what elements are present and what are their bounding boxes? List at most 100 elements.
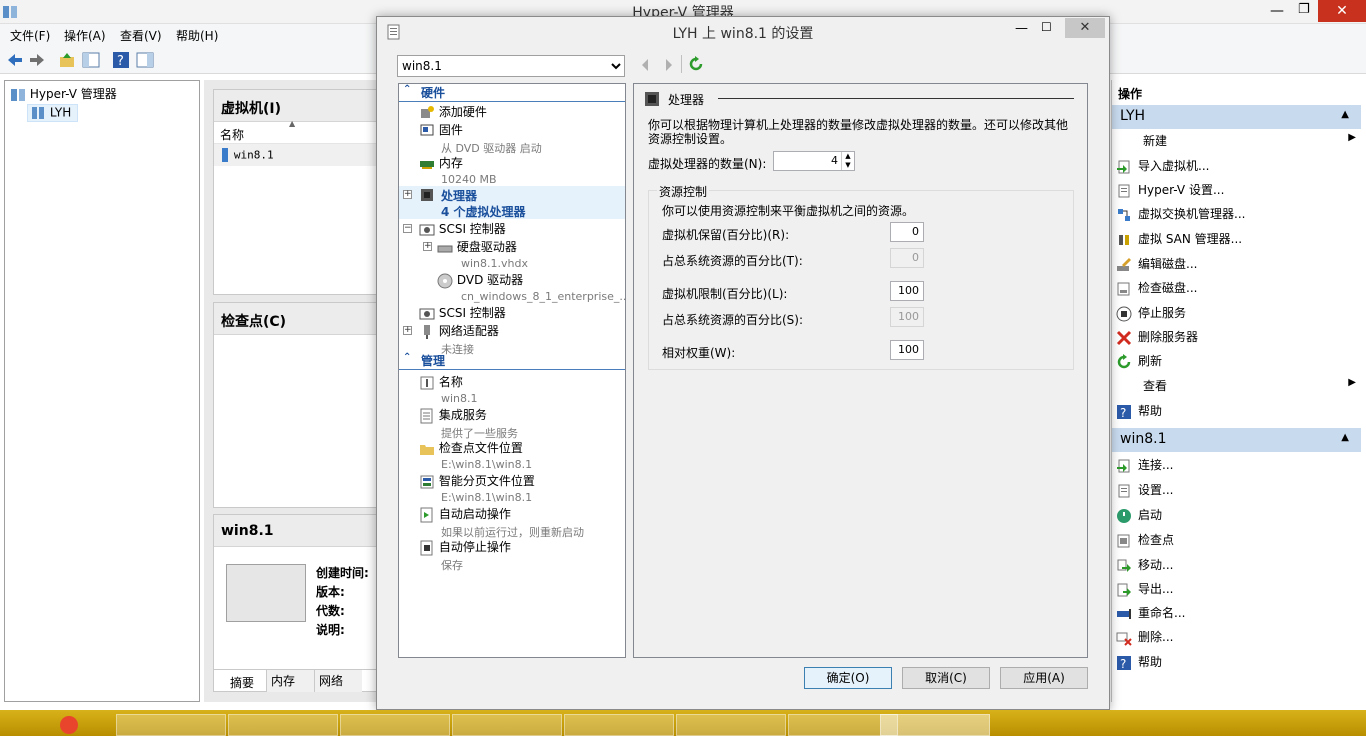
taskbar-button-active[interactable]: [880, 714, 990, 736]
action-settings[interactable]: 设置...: [1116, 481, 1356, 503]
hw-scsi-controller-2[interactable]: SCSI 控制器: [419, 304, 506, 322]
expand-icon[interactable]: +: [403, 190, 412, 199]
action-group-vm-header[interactable]: win8.1 ▲: [1112, 428, 1361, 452]
edit-disk-icon: [1116, 257, 1132, 273]
mgmt-smart-paging-location[interactable]: 智能分页文件位置 E:\win8.1\win8.1: [419, 472, 535, 504]
action-view[interactable]: 查看 ▶: [1116, 377, 1356, 399]
collapse-icon[interactable]: −: [403, 224, 412, 233]
minimize-icon[interactable]: —: [1270, 3, 1284, 19]
action-help[interactable]: ? 帮助: [1116, 402, 1356, 424]
hw-firmware[interactable]: 固件 从 DVD 驱动器 启动: [419, 121, 542, 156]
ok-button[interactable]: 确定(O): [804, 667, 892, 689]
mgmt-checkpoint-label: 检查点文件位置: [438, 441, 523, 455]
hw-hard-drive[interactable]: + 硬盘驱动器 win8.1.vhdx: [399, 238, 528, 270]
refresh-icon[interactable]: [688, 56, 704, 75]
checkpoints-section: 检查点(C): [213, 302, 383, 508]
action-new[interactable]: 新建 ▶: [1116, 132, 1356, 154]
collapse-icon[interactable]: ▲: [1341, 109, 1349, 120]
action-connect[interactable]: 连接...: [1116, 456, 1356, 478]
help-icon[interactable]: ?: [112, 51, 130, 69]
tree-root[interactable]: Hyper-V 管理器: [10, 85, 117, 103]
taskbar-button[interactable]: [564, 714, 674, 736]
taskbar-button[interactable]: [228, 714, 338, 736]
action-move[interactable]: 移动...: [1116, 556, 1356, 578]
menu-file[interactable]: 文件(F): [10, 27, 50, 44]
mgmt-checkpoint-sub: E:\win8.1\win8.1: [441, 457, 533, 471]
up-folder-icon[interactable]: [58, 51, 76, 69]
vm-select[interactable]: win8.1: [397, 55, 625, 77]
mgmt-checkpoint-location[interactable]: 检查点文件位置 E:\win8.1\win8.1: [419, 439, 532, 471]
vm-list-col-name[interactable]: 名称 ▲: [214, 119, 382, 144]
action-virtual-san-manager[interactable]: 虚拟 SAN 管理器...: [1116, 230, 1356, 252]
tab-summary[interactable]: 摘要: [218, 674, 266, 691]
mgmt-integration-services[interactable]: 集成服务 提供了一些服务: [419, 406, 518, 441]
dialog-minimize-icon[interactable]: —: [1015, 21, 1028, 36]
action-checkpoint[interactable]: 检查点: [1116, 531, 1356, 553]
tree-node-lyh[interactable]: LYH: [27, 104, 79, 122]
show-hide-tree-icon[interactable]: [82, 51, 100, 69]
weight-input[interactable]: 100: [890, 340, 924, 360]
mgmt-name[interactable]: 名称 win8.1: [419, 373, 478, 405]
action-remove-server[interactable]: 删除服务器: [1116, 328, 1356, 350]
taskbar-app-icon[interactable]: [60, 716, 78, 734]
dvd-icon: [437, 273, 453, 289]
tree-root-label: Hyper-V 管理器: [29, 87, 117, 101]
back-icon[interactable]: [6, 51, 24, 69]
tab-network[interactable]: 网络: [314, 670, 362, 692]
restore-icon[interactable]: ❐: [1298, 2, 1310, 17]
limit-input[interactable]: 100: [890, 281, 924, 301]
nav-back-icon[interactable]: [639, 57, 651, 76]
action-stop-service[interactable]: 停止服务: [1116, 304, 1356, 326]
spinner-down-icon[interactable]: ▼: [841, 161, 854, 170]
mgmt-auto-start[interactable]: 自动启动操作 如果以前运行过，则重新启动: [419, 505, 584, 540]
management-section-header[interactable]: ⌃ 管理: [399, 352, 625, 370]
action-refresh[interactable]: 刷新: [1116, 352, 1356, 374]
taskbar-button[interactable]: [676, 714, 786, 736]
action-help-vm[interactable]: ? 帮助: [1116, 653, 1356, 675]
action-delete[interactable]: 删除...: [1116, 628, 1356, 650]
action-inspect-disk[interactable]: 检查磁盘...: [1116, 279, 1356, 301]
tab-memory[interactable]: 内存: [266, 670, 314, 692]
action-start[interactable]: 启动: [1116, 506, 1356, 528]
taskbar-button[interactable]: [340, 714, 450, 736]
taskbar-button[interactable]: [452, 714, 562, 736]
action-rename[interactable]: 重命名...: [1116, 604, 1356, 626]
action-group-lyh-header[interactable]: LYH ▲: [1112, 105, 1361, 129]
dialog-close-icon[interactable]: ✕: [1065, 18, 1105, 38]
menu-help[interactable]: 帮助(H): [176, 27, 218, 44]
collapse-section-icon[interactable]: ⌃: [403, 352, 411, 363]
action-virtual-switch-manager[interactable]: 虚拟交换机管理器...: [1116, 205, 1356, 227]
action-edit-disk[interactable]: 编辑磁盘...: [1116, 255, 1356, 277]
taskbar-button[interactable]: [116, 714, 226, 736]
dialog-maximize-icon[interactable]: ☐: [1041, 20, 1052, 34]
vm-row[interactable]: win8.1: [214, 144, 382, 166]
action-export[interactable]: 导出...: [1116, 580, 1356, 602]
hw-scsi-controller-1[interactable]: − SCSI 控制器: [399, 220, 506, 238]
apply-button[interactable]: 应用(A): [1000, 667, 1088, 689]
spinner-up-icon[interactable]: ▲: [841, 152, 854, 161]
menu-view[interactable]: 查看(V): [120, 27, 162, 44]
close-icon[interactable]: ✕: [1318, 0, 1366, 22]
expand-icon[interactable]: +: [403, 326, 412, 335]
hw-processor-selected[interactable]: + 处理器 4 个虚拟处理器: [399, 186, 625, 219]
hw-add-hardware[interactable]: 添加硬件: [419, 103, 487, 121]
collapse-section-icon[interactable]: ⌃: [403, 84, 411, 95]
show-action-pane-icon[interactable]: [136, 51, 154, 69]
nav-forward-icon[interactable]: [663, 57, 675, 76]
hw-dvd-drive[interactable]: DVD 驱动器 cn_windows_8_1_enterprise_...: [399, 271, 625, 303]
switch-icon: [1116, 207, 1132, 223]
processor-count-spinner[interactable]: 4 ▲ ▼: [773, 151, 855, 171]
cancel-button[interactable]: 取消(C): [902, 667, 990, 689]
hw-scsi2-label: SCSI 控制器: [438, 306, 506, 320]
details-tabs: 摘要 内存 网络: [214, 669, 382, 692]
menu-action[interactable]: 操作(A): [64, 27, 106, 44]
action-hyperv-settings[interactable]: Hyper-V 设置...: [1116, 181, 1356, 203]
expand-icon[interactable]: +: [423, 242, 432, 251]
mgmt-auto-stop[interactable]: 自动停止操作 保存: [419, 538, 511, 573]
forward-icon[interactable]: [28, 51, 46, 69]
hardware-section-header[interactable]: ⌃ 硬件: [399, 84, 625, 102]
collapse-icon[interactable]: ▲: [1341, 432, 1349, 443]
action-import-vm[interactable]: 导入虚拟机...: [1116, 157, 1356, 179]
hw-memory[interactable]: 内存 10240 MB: [419, 154, 497, 186]
reserve-input[interactable]: 0: [890, 222, 924, 242]
